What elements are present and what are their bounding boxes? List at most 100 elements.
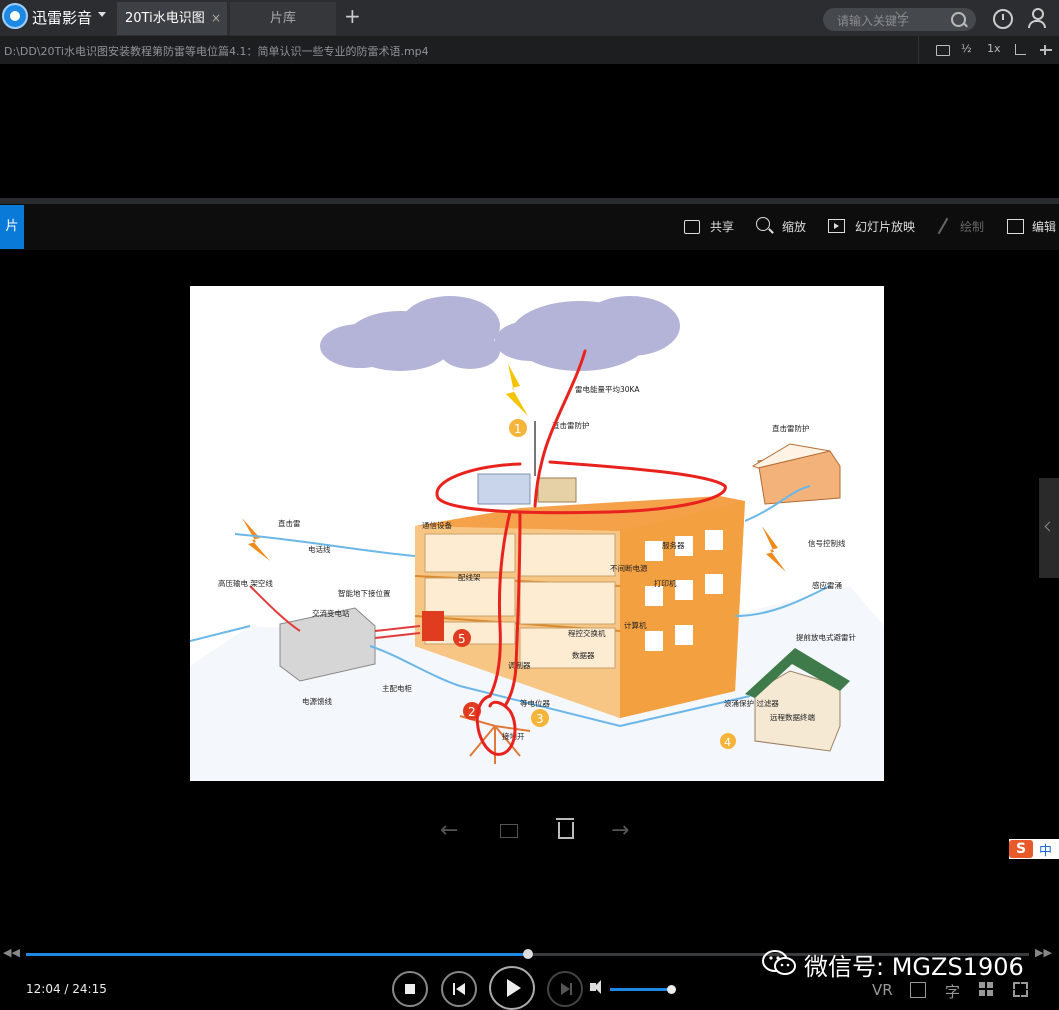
divider bbox=[918, 36, 919, 64]
label-power-cable: 电源馈线 bbox=[302, 696, 332, 706]
seek-thumb[interactable] bbox=[522, 949, 533, 959]
label-hv-overhead: 高压输电 架空线 bbox=[218, 578, 273, 588]
label-direct-protection-2: 直击雷防护 bbox=[772, 423, 810, 433]
file-path: D:\DD\20Ti水电识图安装教程第防雷等电位篇4.1：简单认识一些专业的防雷… bbox=[4, 45, 429, 58]
svg-text:5: 5 bbox=[458, 632, 466, 646]
building-side bbox=[620, 501, 745, 718]
brand-menu-caret-icon[interactable] bbox=[98, 12, 106, 17]
svg-text:1: 1 bbox=[514, 422, 522, 436]
edit-button[interactable]: 编辑 bbox=[1032, 218, 1056, 235]
label-printer: 打印机 bbox=[654, 578, 677, 588]
next-image-arrow-icon[interactable]: → bbox=[611, 818, 629, 843]
lightning-bolt-icon bbox=[506, 364, 528, 416]
open-folder-icon[interactable] bbox=[936, 45, 950, 56]
lightning-bolt-icon bbox=[762, 526, 786, 572]
playlist-grid-icon[interactable] bbox=[979, 982, 994, 997]
wechat-icon bbox=[762, 950, 796, 975]
figure-illustration: 1 2 3 4 5 雷电能量平均30KA 直击雷防护 直击雷防护 直击雷 电话线… bbox=[190, 296, 884, 781]
user-icon[interactable] bbox=[1028, 8, 1046, 28]
edit-image-icon[interactable] bbox=[1007, 219, 1024, 234]
label-surge: 浪涌保护 过滤器 bbox=[724, 698, 779, 708]
aspect-ratio-icon[interactable] bbox=[1015, 44, 1026, 55]
forward-button[interactable]: ▶▶ bbox=[1035, 946, 1052, 959]
label-equipotential: 等电位器 bbox=[520, 698, 550, 708]
marker-1: 1 bbox=[509, 419, 527, 437]
vr-button[interactable]: VR bbox=[872, 981, 893, 999]
label-phone-line: 电话线 bbox=[308, 544, 331, 554]
draw-button: 绘制 bbox=[960, 220, 985, 234]
time-display: 12:04 / 24:15 bbox=[26, 982, 107, 996]
right-panel-collapse-handle[interactable] bbox=[1039, 478, 1059, 578]
label-remote: 远程数据终端 bbox=[770, 712, 815, 722]
marker-5: 5 bbox=[453, 629, 471, 647]
fullscreen-icon[interactable] bbox=[1013, 982, 1028, 997]
label-modem: 调制器 bbox=[508, 660, 531, 670]
image-description-icon[interactable] bbox=[500, 824, 518, 838]
speed-button[interactable]: 1x bbox=[987, 42, 1001, 55]
label-lightning-energy: 雷电能量平均30KA bbox=[575, 384, 640, 394]
roof-structure bbox=[477, 473, 531, 505]
label-direct-lightning: 直击雷 bbox=[278, 518, 301, 528]
svg-text:3: 3 bbox=[536, 712, 544, 726]
volume-icon[interactable] bbox=[590, 980, 601, 994]
tab-library[interactable]: 片库 bbox=[230, 2, 336, 35]
zoom-button[interactable]: 缩放 bbox=[782, 218, 806, 235]
tab-close-icon[interactable]: × bbox=[211, 2, 221, 35]
label-comm-equipment: 通信设备 bbox=[422, 520, 452, 530]
next-button bbox=[547, 971, 583, 1007]
marker-3: 3 bbox=[531, 709, 549, 727]
search-icon[interactable] bbox=[951, 12, 966, 27]
share-icon[interactable] bbox=[684, 220, 700, 234]
label-substation: 交流变电站 bbox=[312, 608, 350, 618]
ime-indicator[interactable]: S 中 bbox=[1009, 839, 1059, 859]
label-distribution: 配线架 bbox=[458, 572, 481, 582]
play-button[interactable] bbox=[489, 966, 535, 1010]
previous-button[interactable] bbox=[441, 971, 477, 1007]
slideshow-button[interactable]: 幻灯片放映 bbox=[855, 218, 915, 235]
tab-current-video[interactable]: 20Ti水电识图 × bbox=[117, 2, 227, 35]
subtitle-button[interactable]: 字 bbox=[945, 981, 960, 1002]
prev-image-arrow-icon[interactable]: ← bbox=[440, 818, 458, 843]
slideshow-icon[interactable] bbox=[828, 219, 845, 233]
label-main-cable: 主配电柜 bbox=[382, 683, 412, 693]
marker-4: 4 bbox=[720, 733, 736, 749]
rewind-button[interactable]: ◀◀ bbox=[3, 946, 20, 959]
label-network: 数据器 bbox=[572, 650, 595, 660]
lightning-protection-figure: 1 2 3 4 5 雷电能量平均30KA 直击雷防护 直击雷防护 直击雷 电话线… bbox=[190, 286, 884, 781]
add-tab-icon[interactable]: + bbox=[344, 4, 361, 28]
share-button[interactable]: 共享 bbox=[710, 218, 734, 235]
seek-progress bbox=[26, 953, 528, 956]
svg-text:4: 4 bbox=[724, 736, 731, 749]
app-brand[interactable]: 迅雷影音 bbox=[32, 7, 92, 28]
ime-language: 中 bbox=[1039, 844, 1053, 859]
stop-button[interactable] bbox=[392, 971, 428, 1007]
half-size-button[interactable]: ½ bbox=[961, 42, 972, 55]
label-signal-control: 信号控制线 bbox=[808, 538, 846, 548]
label-ups: 不间断电源 bbox=[610, 563, 648, 573]
history-clock-icon[interactable] bbox=[993, 9, 1013, 29]
cloud-left bbox=[320, 296, 500, 371]
svg-text:2: 2 bbox=[468, 705, 476, 719]
sogou-ime-icon: S bbox=[1009, 840, 1033, 858]
delete-trash-icon[interactable] bbox=[556, 818, 574, 839]
cloud-right bbox=[495, 296, 680, 371]
xunlei-logo-icon[interactable] bbox=[2, 3, 28, 29]
label-lightning-rod: 提前放电式避雷针 bbox=[796, 632, 856, 642]
label-server: 服务器 bbox=[662, 540, 685, 550]
zoom-icon[interactable] bbox=[756, 217, 770, 231]
label-computer: 计算机 bbox=[624, 620, 647, 630]
roof-structure bbox=[537, 477, 577, 503]
watermark-text: 微信号: MGZS1906 bbox=[804, 953, 1024, 981]
label-exchange: 程控交换机 bbox=[568, 628, 606, 638]
label-direct-protection: 直击雷防护 bbox=[552, 420, 590, 430]
volume-level bbox=[610, 988, 671, 991]
pin-icon[interactable] bbox=[1040, 44, 1052, 56]
volume-slider[interactable] bbox=[610, 985, 676, 994]
side-panel-tab[interactable]: 片 bbox=[0, 205, 24, 249]
volume-thumb[interactable] bbox=[666, 985, 676, 994]
lightning-bolt-icon bbox=[242, 518, 270, 561]
file-path-bar: D:\DD\20Ti水电识图安装教程第防雷等电位篇4.1：简单认识一些专业的防雷… bbox=[0, 36, 1059, 64]
screenshot-icon[interactable] bbox=[910, 982, 926, 998]
wechat-watermark: 微信号: MGZS1906 bbox=[760, 946, 1035, 981]
label-smart-ground: 智能地下接位置 bbox=[338, 588, 391, 598]
